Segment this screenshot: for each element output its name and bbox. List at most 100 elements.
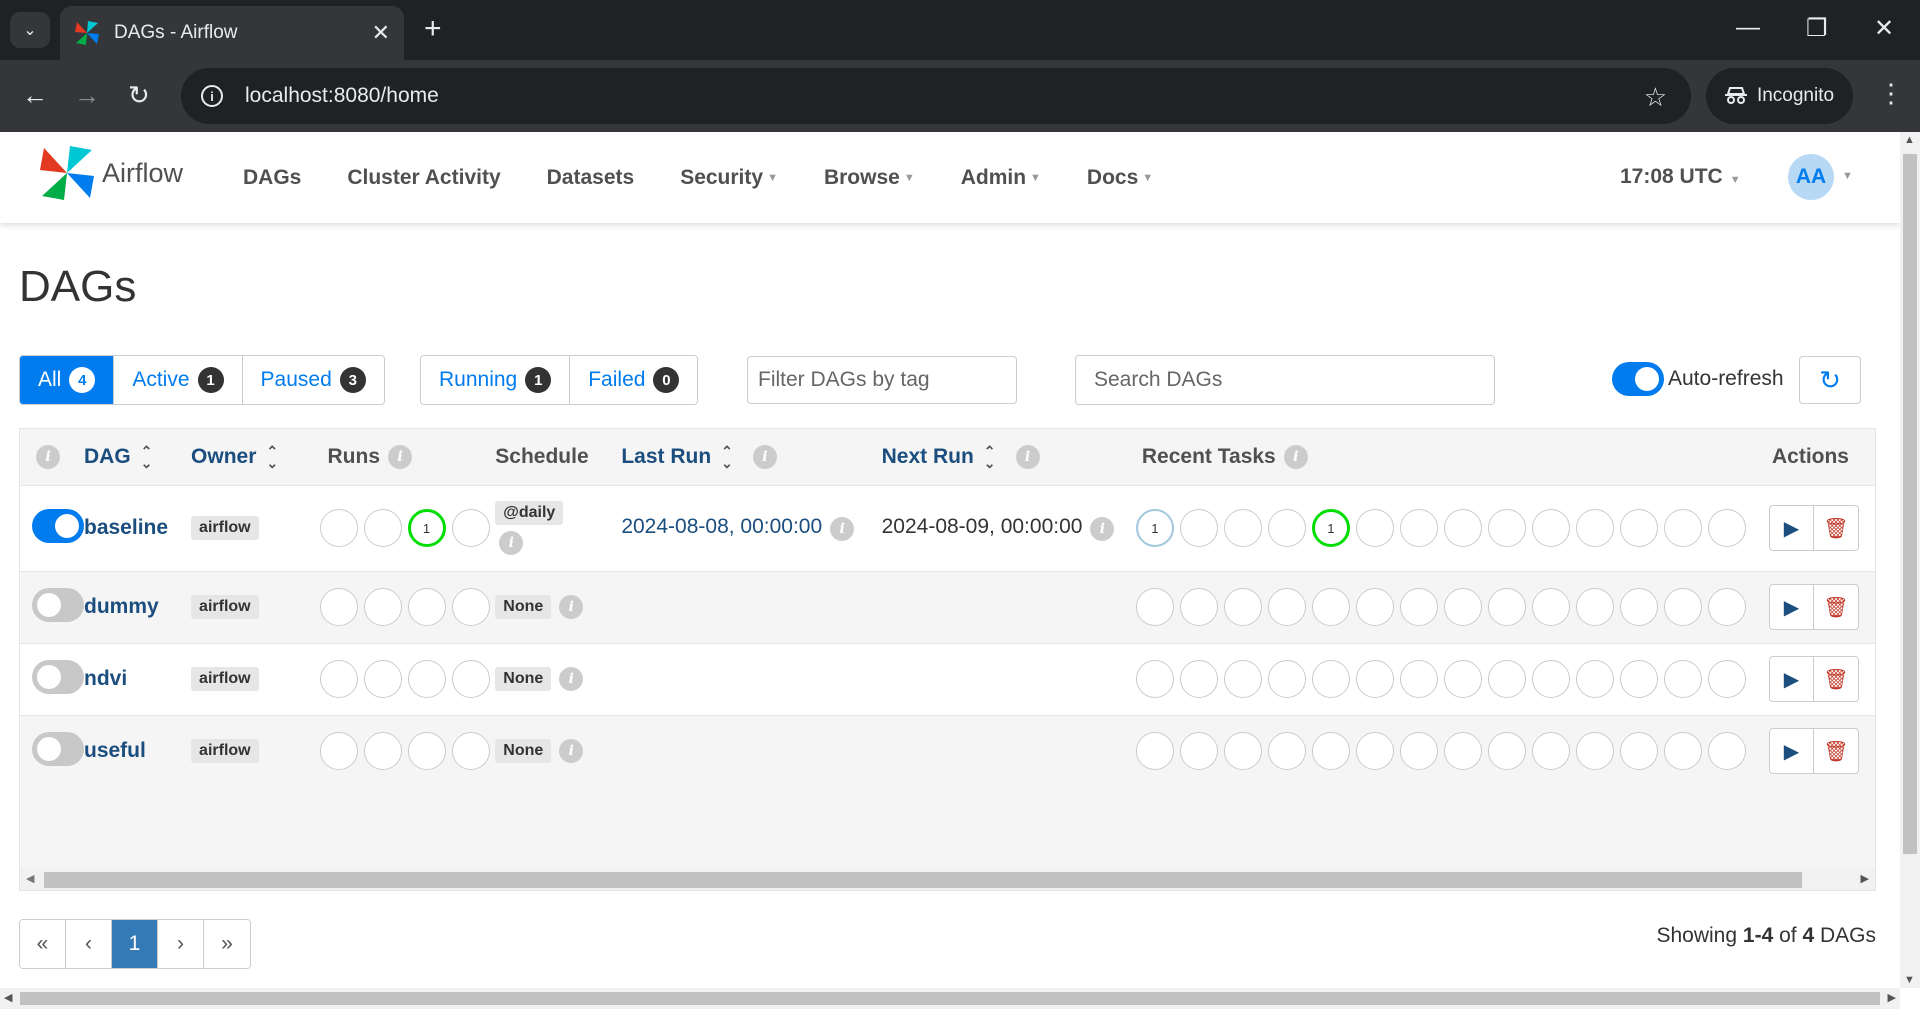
trigger-dag-button[interactable]: ▶ xyxy=(1769,728,1814,775)
task-circle[interactable] xyxy=(1355,660,1394,698)
run-circle-running[interactable] xyxy=(363,509,402,547)
task-circle[interactable] xyxy=(1311,732,1350,771)
task-circle[interactable] xyxy=(1399,588,1438,626)
owner-tag[interactable]: airflow xyxy=(191,595,259,619)
scroll-down-icon[interactable]: ▼ xyxy=(1904,974,1915,986)
restore-icon[interactable]: ❐ xyxy=(1806,14,1828,43)
page-vertical-scrollbar[interactable]: ▲ ▼ xyxy=(1900,132,1920,988)
task-circle[interactable] xyxy=(1487,732,1526,771)
scroll-right-icon[interactable]: ▶ xyxy=(1888,991,1896,1004)
scroll-right-icon[interactable]: ▶ xyxy=(1861,872,1869,885)
table-horizontal-scrollbar[interactable]: ◀ ▶ xyxy=(20,868,1875,890)
delete-dag-button[interactable]: 🗑 xyxy=(1814,505,1859,551)
dag-pause-toggle[interactable] xyxy=(32,587,84,622)
page-horizontal-scrollbar[interactable]: ◀ ▶ xyxy=(0,988,1900,1009)
task-circle[interactable] xyxy=(1707,660,1746,698)
dag-pause-toggle[interactable] xyxy=(32,508,84,543)
reload-icon[interactable]: ↻ xyxy=(128,82,150,108)
task-circle[interactable] xyxy=(1267,509,1306,547)
filter-all-button[interactable]: All 4 xyxy=(20,356,115,404)
run-circle-success[interactable]: 1 xyxy=(407,509,446,547)
dag-pause-toggle[interactable] xyxy=(32,731,84,766)
task-circle[interactable] xyxy=(1575,588,1614,626)
col-next-run[interactable]: Next Run ⌃ ⌄ i xyxy=(872,429,1132,485)
address-bar[interactable]: i localhost:8080/home ☆ xyxy=(181,68,1691,124)
run-circle[interactable] xyxy=(319,588,358,626)
browser-tab[interactable]: DAGs - Airflow ✕ xyxy=(60,6,404,60)
scrollbar-thumb[interactable] xyxy=(20,992,1880,1005)
info-icon[interactable]: i xyxy=(36,444,60,469)
task-circle[interactable] xyxy=(1663,588,1702,626)
task-circle[interactable] xyxy=(1267,660,1306,698)
trigger-dag-button[interactable]: ▶ xyxy=(1769,584,1814,630)
nav-admin[interactable]: Admin ▼ xyxy=(961,166,1041,190)
dag-pause-toggle[interactable] xyxy=(32,659,84,694)
task-circle[interactable] xyxy=(1223,588,1262,626)
dag-link[interactable]: baseline xyxy=(84,516,168,539)
incognito-indicator[interactable]: Incognito xyxy=(1706,68,1853,124)
info-icon[interactable]: i xyxy=(499,531,524,555)
refresh-button[interactable]: ↻ xyxy=(1799,356,1861,404)
caret-down-icon[interactable]: ▼ xyxy=(1842,170,1853,182)
task-circle[interactable] xyxy=(1487,660,1526,698)
scrollbar-thumb[interactable] xyxy=(44,872,1802,888)
task-circle[interactable] xyxy=(1135,588,1174,626)
task-circle[interactable] xyxy=(1487,588,1526,626)
task-circle[interactable] xyxy=(1663,732,1702,771)
run-circle[interactable] xyxy=(407,588,446,626)
task-circle[interactable] xyxy=(1487,509,1526,547)
last-page-button[interactable]: » xyxy=(204,920,250,968)
task-circle[interactable] xyxy=(1575,732,1614,771)
task-circle[interactable] xyxy=(1531,732,1570,771)
dag-link[interactable]: dummy xyxy=(84,595,159,618)
task-circle[interactable] xyxy=(1663,509,1702,547)
nav-docs[interactable]: Docs ▼ xyxy=(1087,166,1153,190)
info-icon[interactable]: i xyxy=(830,516,855,541)
task-circle[interactable] xyxy=(1707,588,1746,626)
task-circle[interactable] xyxy=(1663,660,1702,698)
run-circle[interactable] xyxy=(451,660,490,698)
task-circle[interactable] xyxy=(1223,509,1262,547)
scroll-left-icon[interactable]: ◀ xyxy=(26,872,34,885)
nav-datasets[interactable]: Datasets xyxy=(547,166,635,190)
run-circle-queued[interactable] xyxy=(319,509,358,547)
owner-tag[interactable]: airflow xyxy=(191,516,259,540)
filter-active-button[interactable]: Active 1 xyxy=(114,356,243,404)
run-circle[interactable] xyxy=(319,732,358,771)
run-circle[interactable] xyxy=(407,732,446,771)
last-run-link[interactable]: 2024-08-08, 00:00:00 xyxy=(621,515,822,538)
task-circle[interactable] xyxy=(1707,509,1746,547)
task-circle[interactable] xyxy=(1619,732,1658,771)
close-window-icon[interactable]: ✕ xyxy=(1874,14,1894,43)
info-icon[interactable]: i xyxy=(1015,444,1040,469)
close-tab-icon[interactable]: ✕ xyxy=(372,20,390,46)
task-circle[interactable] xyxy=(1531,509,1570,547)
task-circle-success[interactable]: 1 xyxy=(1311,509,1350,547)
new-tab-button[interactable]: + xyxy=(424,14,442,44)
filter-failed-button[interactable]: Failed 0 xyxy=(570,356,698,404)
owner-tag[interactable]: airflow xyxy=(191,667,259,691)
owner-tag[interactable]: airflow xyxy=(191,739,259,764)
schedule-tag[interactable]: None xyxy=(495,595,552,620)
task-circle[interactable] xyxy=(1311,660,1350,698)
task-circle[interactable] xyxy=(1355,732,1394,771)
tab-search-button[interactable]: ⌄ xyxy=(10,12,50,48)
task-circle[interactable] xyxy=(1267,588,1306,626)
site-info-icon[interactable]: i xyxy=(201,85,223,107)
task-circle[interactable] xyxy=(1179,588,1218,626)
auto-refresh-toggle[interactable] xyxy=(1612,362,1664,396)
task-circle[interactable] xyxy=(1531,588,1570,626)
col-dag[interactable]: DAG ⌃ ⌄ xyxy=(84,429,191,485)
run-circle[interactable] xyxy=(363,588,402,626)
delete-dag-button[interactable]: 🗑 xyxy=(1814,656,1859,702)
info-icon[interactable]: i xyxy=(559,666,584,691)
airflow-logo[interactable]: Airflow xyxy=(38,144,183,202)
search-dags-input[interactable] xyxy=(1075,355,1495,405)
col-owner[interactable]: Owner ⌃ ⌄ xyxy=(191,429,315,485)
nav-browse[interactable]: Browse ▼ xyxy=(824,166,915,190)
task-circle[interactable] xyxy=(1223,732,1262,771)
info-icon[interactable]: i xyxy=(559,594,584,619)
forward-icon[interactable]: → xyxy=(74,82,100,108)
task-circle[interactable] xyxy=(1223,660,1262,698)
info-icon[interactable]: i xyxy=(1283,444,1308,469)
